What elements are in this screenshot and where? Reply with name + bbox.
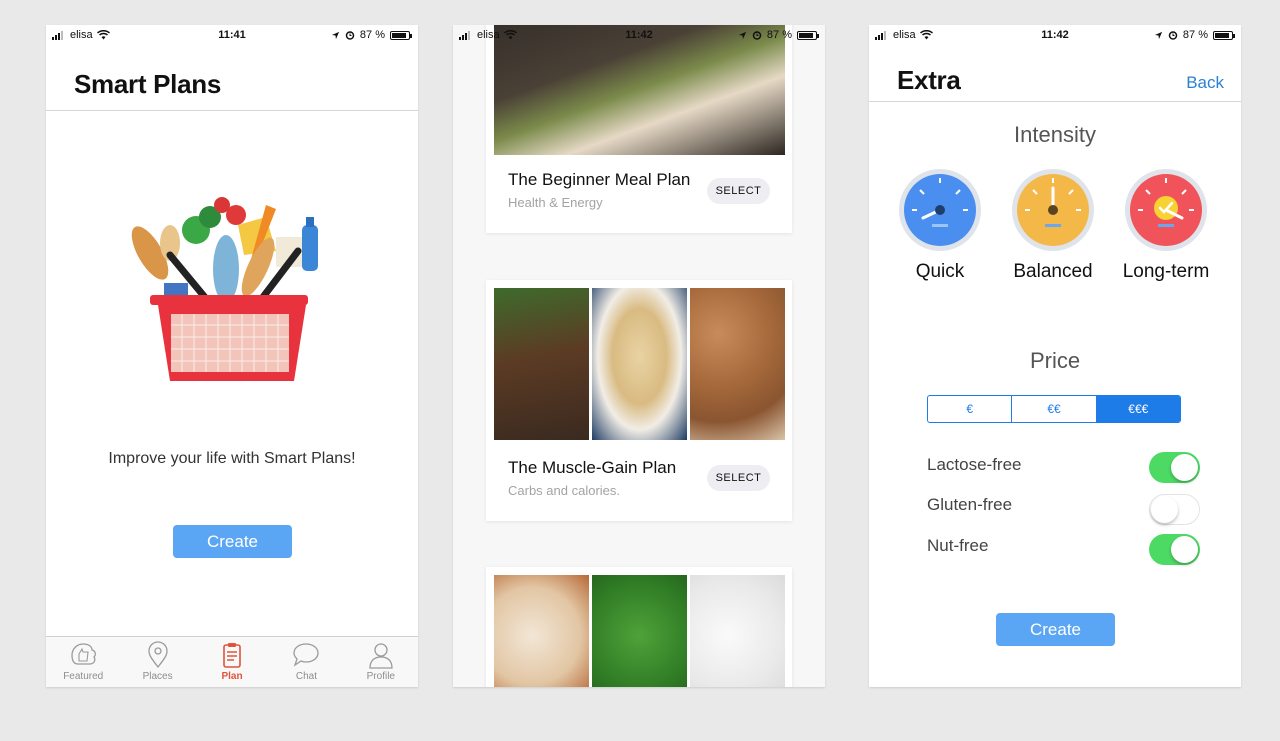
gluten-free-toggle[interactable] bbox=[1149, 494, 1200, 525]
select-button[interactable]: SELECT bbox=[707, 178, 770, 204]
status-bar: elisa 11:42 87 % bbox=[453, 25, 825, 45]
nut-free-toggle[interactable] bbox=[1149, 534, 1200, 565]
tab-profile-label: Profile bbox=[366, 671, 395, 682]
tab-chat[interactable]: Chat bbox=[269, 637, 343, 687]
lactose-free-label: Lactose-free bbox=[927, 455, 1022, 474]
tab-bar: Featured Places Plan Chat Profile bbox=[46, 636, 418, 687]
create-button[interactable]: Create bbox=[173, 525, 292, 558]
map-pin-icon bbox=[147, 641, 168, 669]
user-icon bbox=[369, 643, 393, 669]
select-button[interactable]: SELECT bbox=[707, 465, 770, 491]
status-right: 87 % bbox=[331, 29, 412, 41]
nav-bar: Extra bbox=[869, 45, 1241, 102]
alarm-icon bbox=[1168, 31, 1178, 40]
tab-featured[interactable]: Featured bbox=[46, 637, 120, 687]
intensity-balanced[interactable]: Balanced bbox=[1011, 168, 1095, 283]
battery-percent: 87 % bbox=[1182, 29, 1208, 41]
meal-plans-screen: elisa 11:42 87 % The Beginner Meal Plan … bbox=[453, 25, 825, 687]
status-right: 87 % bbox=[738, 29, 819, 41]
plan-title: The Beginner Meal Plan bbox=[508, 170, 691, 189]
plan-subtitle: Health & Energy bbox=[508, 195, 603, 210]
plan-title: The Muscle-Gain Plan bbox=[508, 458, 677, 477]
thumbs-up-icon bbox=[71, 643, 97, 665]
tab-chat-label: Chat bbox=[295, 671, 317, 682]
plan-subtitle: Carbs and calories. bbox=[508, 483, 620, 498]
alarm-icon bbox=[752, 31, 762, 40]
clipboard-icon bbox=[223, 643, 241, 668]
location-arrow-icon bbox=[1154, 31, 1163, 39]
speedometer-long-term-icon bbox=[1125, 169, 1207, 251]
battery-percent: 87 % bbox=[766, 29, 792, 41]
price-option-3[interactable]: €€€ bbox=[1095, 396, 1180, 422]
meal-plan-card[interactable]: The Muscle-Gain Plan Carbs and calories.… bbox=[486, 280, 792, 521]
meal-plan-card[interactable] bbox=[486, 567, 792, 687]
price-title: Price bbox=[1029, 348, 1081, 373]
tab-profile[interactable]: Profile bbox=[344, 637, 418, 687]
nav-bar: Smart Plans bbox=[46, 45, 418, 111]
back-button[interactable]: Back bbox=[1186, 73, 1224, 93]
intensity-long-term[interactable]: Long-term bbox=[1123, 168, 1209, 283]
meal-photo bbox=[494, 575, 785, 687]
intensity-quick[interactable]: Quick bbox=[898, 168, 982, 283]
tab-plan[interactable]: Plan bbox=[195, 637, 269, 687]
nut-free-label: Nut-free bbox=[927, 536, 989, 555]
tab-places-label: Places bbox=[142, 671, 173, 682]
tab-featured-label: Featured bbox=[63, 671, 104, 682]
meal-plan-card[interactable]: The Beginner Meal Plan Health & Energy S… bbox=[486, 25, 792, 233]
page-title: Smart Plans bbox=[74, 69, 221, 99]
page-title: Extra bbox=[897, 65, 961, 95]
smart-plans-screen: elisa 11:41 87 % Smart Plans Improve you… bbox=[46, 25, 418, 687]
chat-bubble-icon bbox=[293, 643, 320, 667]
status-bar: elisa 11:41 87 % bbox=[46, 25, 418, 45]
speedometer-quick-icon bbox=[899, 169, 981, 251]
tagline: Improve your life with Smart Plans! bbox=[108, 450, 356, 467]
intensity-quick-label: Quick bbox=[915, 261, 965, 282]
battery-icon bbox=[1213, 30, 1235, 40]
status-bar: elisa 11:42 87 % bbox=[869, 25, 1241, 45]
battery-percent: 87 % bbox=[359, 29, 385, 41]
price-segmented-control: € €€ €€€ bbox=[927, 395, 1181, 423]
price-option-1[interactable]: € bbox=[928, 396, 1011, 422]
meal-photo bbox=[494, 288, 785, 440]
location-arrow-icon bbox=[331, 31, 340, 39]
gluten-free-label: Gluten-free bbox=[927, 495, 1013, 514]
grocery-basket-illustration bbox=[131, 197, 318, 381]
create-button[interactable]: Create bbox=[996, 613, 1115, 646]
intensity-long-term-label: Long-term bbox=[1122, 261, 1210, 282]
status-right: 87 % bbox=[1154, 29, 1235, 41]
extra-screen: elisa 11:42 87 % Extra Back Intensity Qu… bbox=[869, 25, 1241, 687]
intensity-balanced-label: Balanced bbox=[1013, 261, 1093, 282]
tab-plan-label: Plan bbox=[221, 671, 243, 682]
speedometer-balanced-icon bbox=[1012, 169, 1094, 251]
location-arrow-icon bbox=[738, 31, 747, 39]
alarm-icon bbox=[345, 31, 355, 40]
lactose-free-toggle[interactable] bbox=[1149, 452, 1200, 483]
intensity-title: Intensity bbox=[1014, 122, 1096, 147]
price-option-2[interactable]: €€ bbox=[1011, 396, 1095, 422]
battery-icon bbox=[390, 30, 412, 40]
battery-icon bbox=[797, 30, 819, 40]
tab-places[interactable]: Places bbox=[120, 637, 194, 687]
